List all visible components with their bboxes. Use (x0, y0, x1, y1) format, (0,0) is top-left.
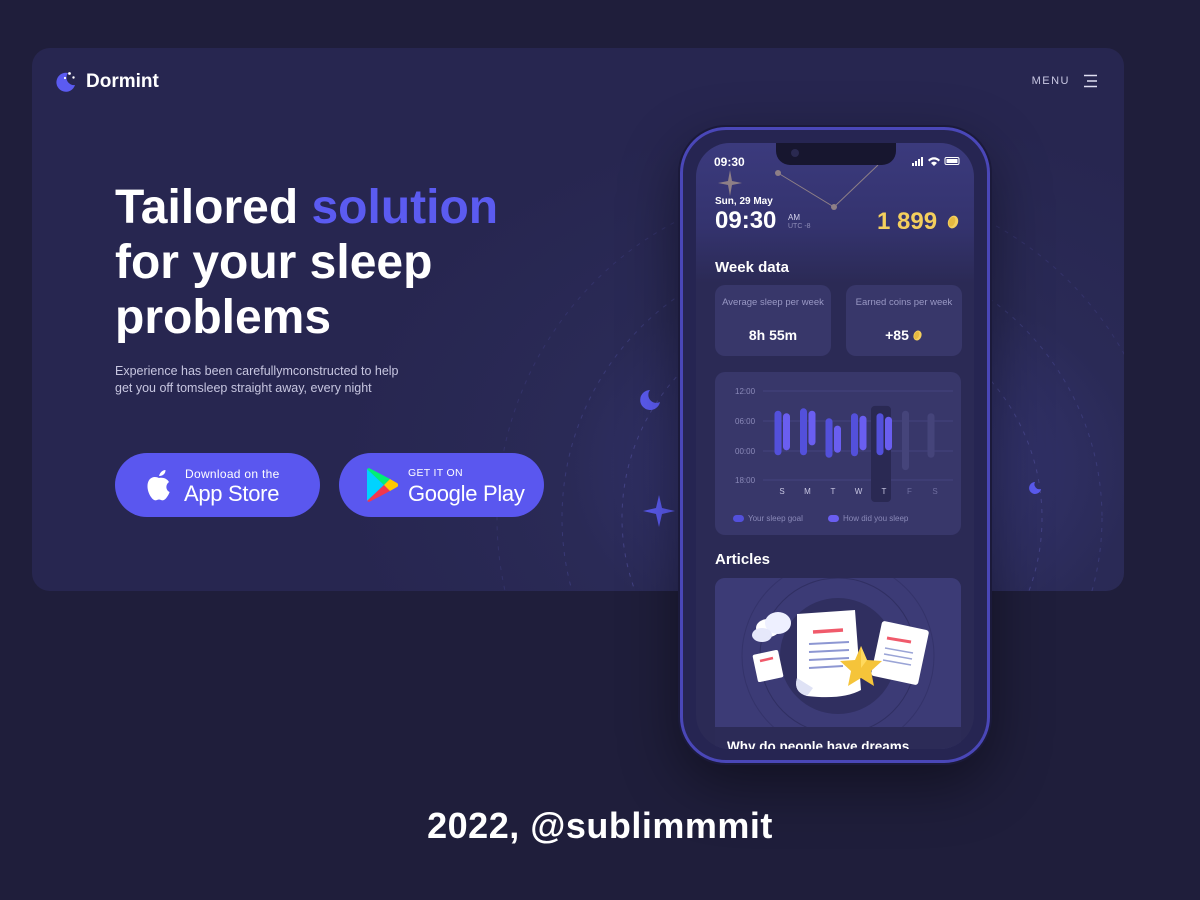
article-card[interactable]: Why do people have dreams (715, 578, 961, 749)
article-illustration (715, 578, 961, 728)
crescent-moon-icon (640, 390, 660, 410)
sleep-chart-card: 12:00 06:00 00:00 18:00 S M T W T F S Your sleep go… (715, 372, 961, 535)
bar-actual-sleep (808, 410, 816, 446)
x-tick-label: S (932, 487, 937, 496)
stat-average-sleep[interactable]: Average sleep per week 8h 55m (715, 285, 831, 356)
stat-earned-coins[interactable]: Earned coins per week +85 (846, 285, 962, 356)
hamburger-icon (1084, 74, 1097, 88)
status-bar-time: 09:30 (714, 155, 745, 169)
legend-swatch-actual (828, 515, 839, 522)
headline-accent: solution (311, 181, 499, 234)
phone-screen: 09:30 Sun, 29 May 09:30 AM UTC -8 1 899 … (696, 143, 974, 749)
menu-label: MENU (1031, 75, 1070, 87)
stat-label: Earned coins per week (855, 297, 953, 308)
bar-actual-sleep (834, 425, 841, 453)
headline-part2: for your sleep problems (115, 236, 433, 344)
coin-icon (947, 215, 959, 229)
headline-part1: Tailored (115, 181, 312, 234)
x-tick-label: F (907, 487, 912, 496)
credit-text: 2022, @sublimmmit (427, 805, 773, 846)
bar-actual-sleep (783, 413, 790, 451)
week-data-title: Week data (715, 259, 789, 276)
x-tick-label: S (779, 487, 784, 496)
bar-sleep-goal (774, 410, 782, 456)
articles-title: Articles (715, 551, 771, 568)
hero-headline: Tailored solution for your sleep problem… (115, 180, 635, 345)
bar-actual-sleep (885, 416, 892, 451)
stat-label: Average sleep per week (722, 297, 824, 308)
google-play-small-text: GET IT ON (408, 467, 463, 479)
y-tick-label: 00:00 (735, 447, 756, 456)
coin-balance: 1 899 (877, 208, 938, 235)
x-tick-label: M (804, 487, 811, 496)
menu-button[interactable]: MENU (1032, 74, 1098, 88)
stat-value: +85 (885, 327, 909, 343)
legend-label-actual: How did you sleep (843, 514, 909, 523)
phone-mockup: 09:30 Sun, 29 May 09:30 AM UTC -8 1 899 … (680, 127, 990, 763)
legend-swatch-goal (733, 515, 744, 522)
coin-icon (913, 330, 922, 341)
app-store-button[interactable]: Download on the App Store (115, 453, 320, 517)
status-bar-icons (912, 157, 960, 166)
x-tick-label: W (855, 487, 863, 496)
bar-sleep-goal (825, 418, 833, 458)
time-zone: UTC -8 (788, 223, 811, 230)
google-play-big-text: Google Play (408, 481, 525, 506)
brand-name: Dormint (86, 71, 159, 92)
phone-notch (776, 143, 896, 165)
app-store-big-text: App Store (184, 481, 280, 506)
y-tick-label: 12:00 (735, 387, 756, 396)
bar-actual-sleep (859, 415, 867, 451)
stat-value-row: +85 (846, 327, 962, 343)
sparkle-star-icon (643, 495, 675, 527)
small-moon-icon (1029, 482, 1041, 494)
bar-sleep-goal (927, 413, 935, 458)
stat-value: 8h 55m (748, 327, 798, 343)
bar-sleep-goal (902, 410, 909, 471)
brand-logo[interactable]: Dormint (54, 70, 159, 94)
bar-sleep-goal (800, 408, 807, 456)
apple-icon (147, 470, 170, 501)
time-ampm: AM (788, 213, 800, 222)
y-tick-label: 06:00 (735, 417, 756, 426)
current-date: Sun, 29 May (715, 196, 773, 207)
moon-logo-icon (56, 72, 75, 92)
y-tick-label: 18:00 (735, 476, 756, 485)
sleep-chart: 12:00 06:00 00:00 18:00 S M T W T F S Your sleep go… (733, 387, 953, 523)
google-play-button[interactable]: GET IT ON Google Play (339, 453, 544, 517)
x-tick-label: T (831, 487, 836, 496)
x-tick-label: T (882, 487, 887, 496)
hero-subtext: Experience has been carefullymconstructe… (115, 364, 399, 395)
camera-icon (791, 149, 799, 157)
current-time: 09:30 (715, 207, 777, 234)
app-store-small-text: Download on the (185, 467, 280, 481)
article-caption: Why do people have dreams (715, 727, 961, 749)
bar-sleep-goal (876, 413, 884, 456)
bar-sleep-goal (851, 413, 858, 457)
legend-label-goal: Your sleep goal (748, 514, 803, 523)
google-play-icon (367, 468, 399, 502)
